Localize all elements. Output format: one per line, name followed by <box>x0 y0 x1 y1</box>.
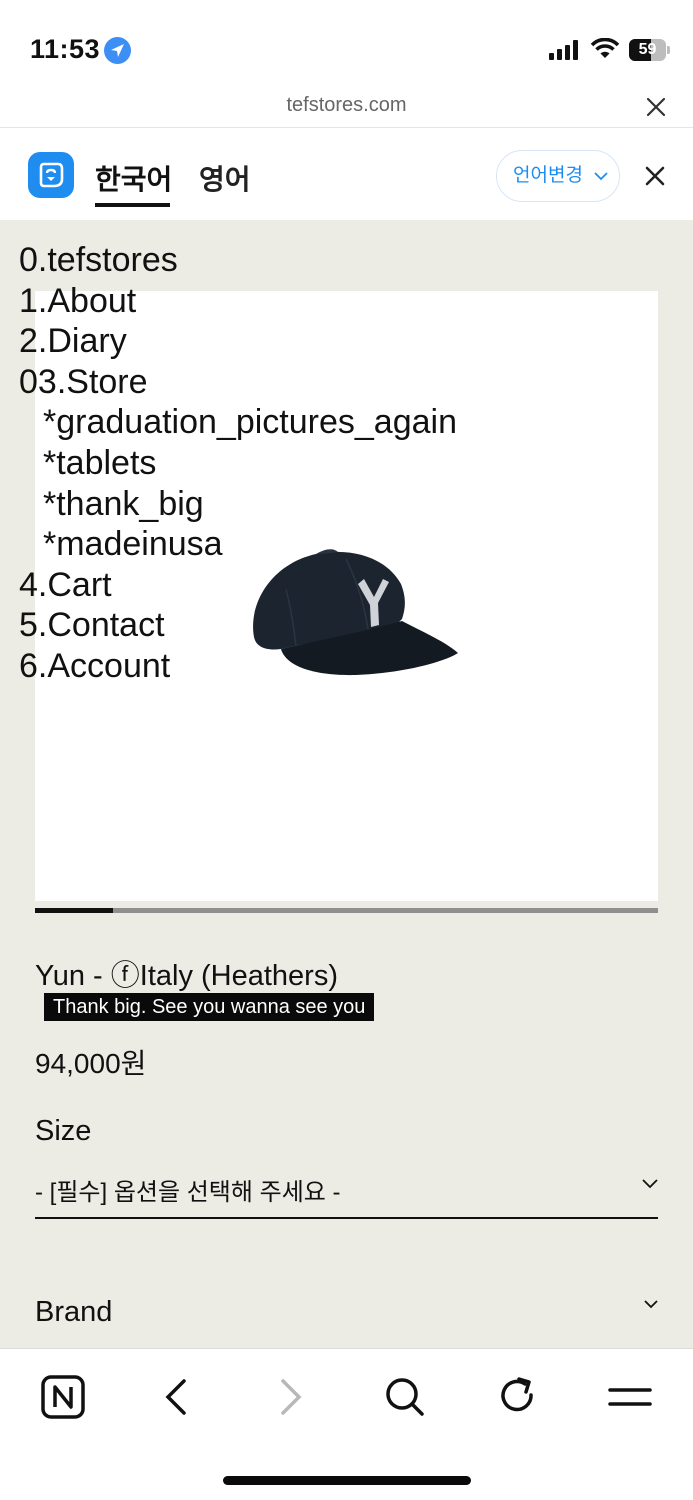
status-bar: 11:53 59 <box>0 0 693 84</box>
size-select-value: - [필수] 옵션을 선택해 주세요 - <box>35 1179 341 1206</box>
active-tab-indicator <box>95 203 170 207</box>
change-language-button[interactable]: 언어변경 <box>496 150 620 202</box>
signal-icon <box>549 40 578 60</box>
browser-toolbar <box>0 1348 693 1500</box>
close-icon[interactable] <box>643 94 669 120</box>
nav-cart[interactable]: 4.Cart <box>19 565 457 606</box>
change-language-label: 언어변경 <box>513 165 583 186</box>
product-price: 94,000원 <box>35 1048 147 1079</box>
image-slider-progress <box>35 908 113 913</box>
menu-icon[interactable] <box>606 1373 654 1421</box>
tab-korean[interactable]: 한국어 <box>95 158 172 198</box>
product-title: Yun - ⓕItaly (Heathers) <box>35 960 338 992</box>
wifi-icon <box>590 38 620 58</box>
size-select[interactable]: - [필수] 옵션을 선택해 주세요 - <box>35 1165 658 1219</box>
naver-home-icon[interactable] <box>39 1373 87 1421</box>
nav-store-graduation-pictures-again[interactable]: *graduation_pictures_again <box>19 402 457 443</box>
nav-store[interactable]: 03.Store <box>19 362 457 403</box>
product-tagline: Thank big. See you wanna see you <box>44 993 375 1021</box>
translate-bar: 한국어 영어 언어변경 <box>0 129 693 220</box>
location-arrow-icon <box>104 37 131 64</box>
close-translate-icon[interactable] <box>643 164 667 188</box>
battery-icon: 59 <box>629 39 671 61</box>
nav-store-thank-big[interactable]: *thank_big <box>19 484 457 525</box>
brand-section-toggle[interactable]: Brand <box>35 1296 112 1329</box>
nav-store-madeinusa[interactable]: *madeinusa <box>19 524 457 565</box>
image-slider-track[interactable] <box>35 908 658 913</box>
status-time: 11:53 <box>30 34 101 64</box>
battery-level-text: 59 <box>638 41 657 58</box>
nav-store-tablets[interactable]: *tablets <box>19 443 457 484</box>
nav-about[interactable]: 1.About <box>19 281 457 322</box>
papago-logo-icon <box>28 152 74 198</box>
nav-contact[interactable]: 5.Contact <box>19 605 457 646</box>
url-text[interactable]: tefstores.com <box>0 94 693 117</box>
tab-english[interactable]: 영어 <box>199 158 251 198</box>
home-indicator <box>223 1476 471 1485</box>
chevron-down-icon[interactable] <box>644 1300 658 1310</box>
forward-icon[interactable] <box>267 1373 315 1421</box>
size-label: Size <box>35 1115 92 1147</box>
nav-diary[interactable]: 2.Diary <box>19 321 457 362</box>
back-icon[interactable] <box>152 1373 200 1421</box>
nav-home[interactable]: 0.tefstores <box>19 240 457 281</box>
store-page: 0.tefstores 1.About 2.Diary 03.Store *gr… <box>0 220 693 1348</box>
chevron-down-icon <box>642 1179 658 1189</box>
site-nav-menu: 0.tefstores 1.About 2.Diary 03.Store *gr… <box>19 240 457 687</box>
reload-icon[interactable] <box>493 1373 541 1421</box>
search-icon[interactable] <box>380 1373 428 1421</box>
chevron-down-icon <box>594 172 608 181</box>
nav-account[interactable]: 6.Account <box>19 646 457 687</box>
url-bar[interactable]: tefstores.com <box>0 84 693 128</box>
